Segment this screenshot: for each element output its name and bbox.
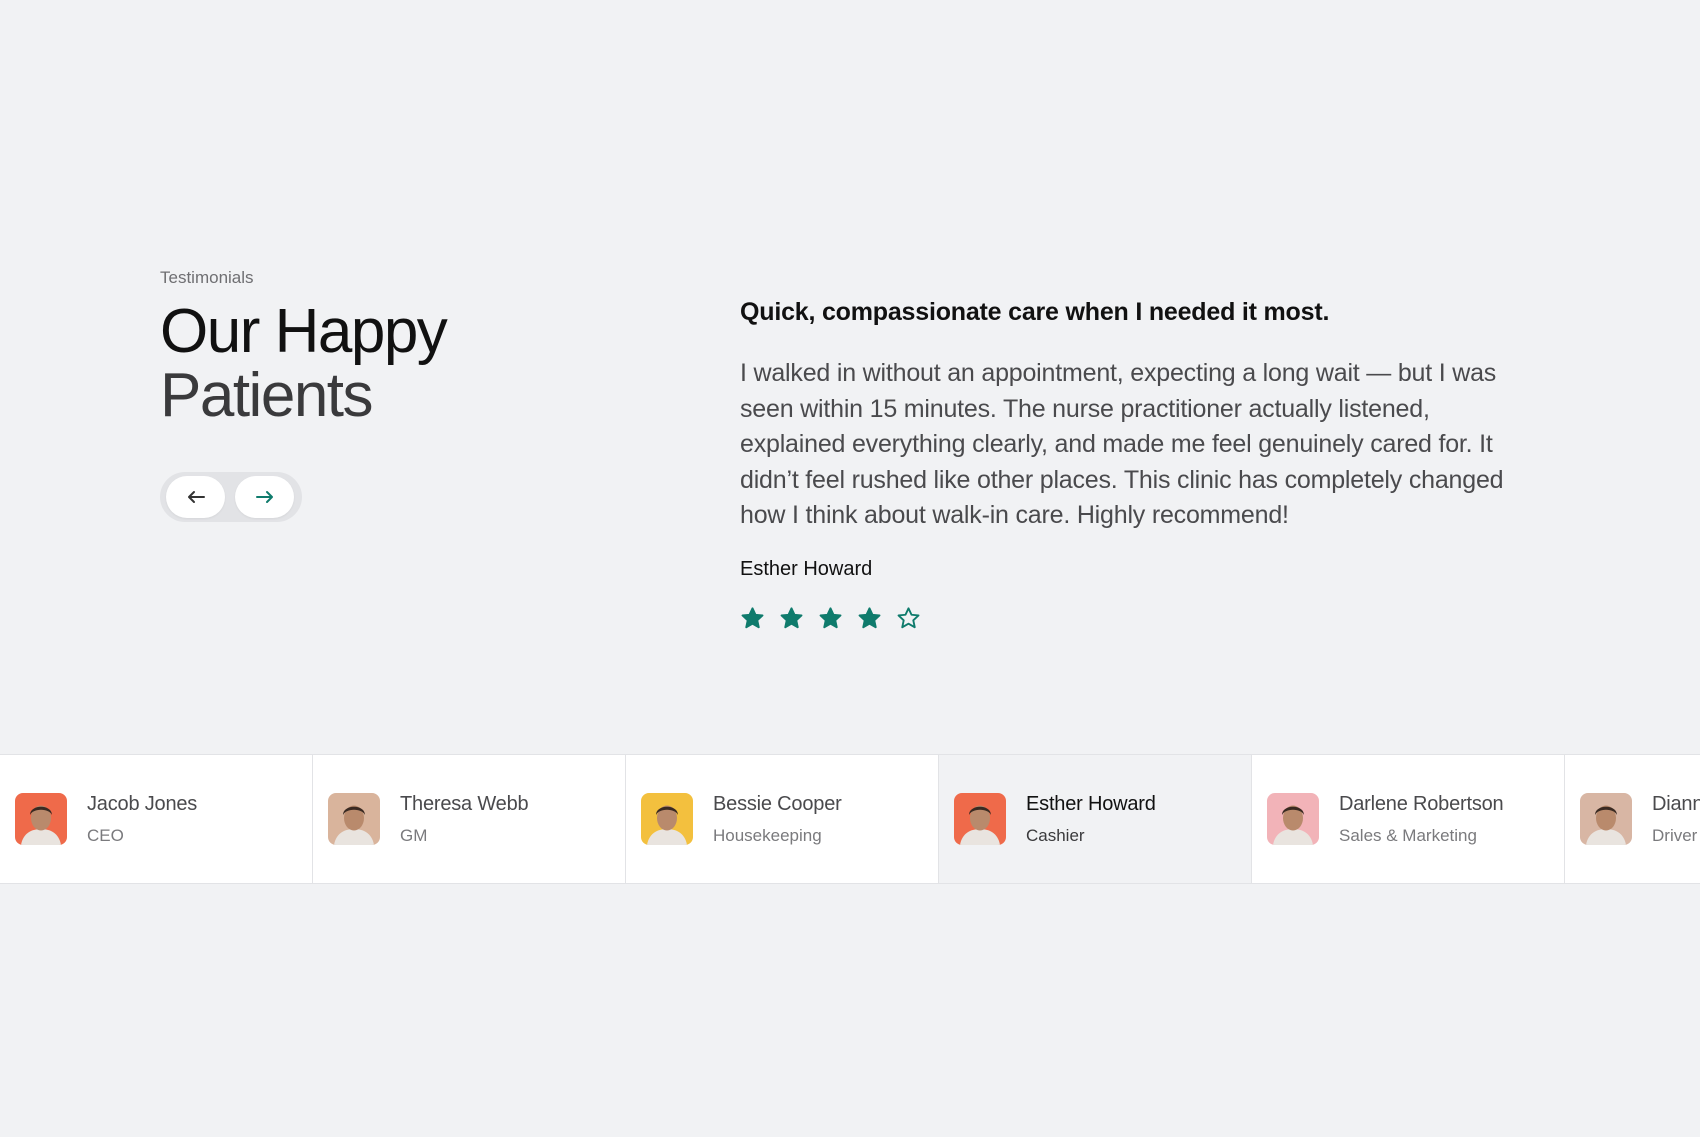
prev-button[interactable] <box>166 476 225 518</box>
team-card[interactable]: Esther Howard Cashier <box>939 755 1252 883</box>
avatar <box>328 793 380 845</box>
avatar <box>1267 793 1319 845</box>
team-card-text: Bessie Cooper Housekeeping <box>713 793 842 846</box>
avatar <box>15 793 67 845</box>
team-member-role: CEO <box>87 825 124 845</box>
team-member-role: Sales & Marketing <box>1339 825 1477 845</box>
team-card-text: Esther Howard Cashier <box>1026 793 1156 846</box>
team-member-name: Darlene Robertson <box>1339 792 1504 815</box>
team-member-role: Cashier <box>1026 825 1085 845</box>
page-title-line1: Our Happy <box>160 297 448 366</box>
star-filled-icon <box>741 607 764 629</box>
avatar <box>641 793 693 845</box>
team-member-role: Driver <box>1652 825 1698 845</box>
next-button[interactable] <box>235 476 294 518</box>
star-outline-icon <box>897 607 920 629</box>
team-card[interactable]: Darlene Robertson Sales & Marketing <box>1252 755 1565 883</box>
team-member-role: Housekeeping <box>713 825 822 845</box>
team-card[interactable]: Bessie Cooper Housekeeping <box>626 755 939 883</box>
star-rating <box>740 606 921 631</box>
section-label: Testimonials <box>160 268 254 287</box>
team-card[interactable]: Theresa Webb GM <box>313 755 626 883</box>
team-card-text: Dianne Russell Driver <box>1652 793 1700 846</box>
avatar <box>1580 793 1632 845</box>
team-member-name: Dianne Russell <box>1652 792 1700 815</box>
page-title: Our Happy Patients <box>160 297 448 430</box>
arrow-left-icon <box>187 491 205 503</box>
team-card[interactable]: Dianne Russell Driver <box>1565 755 1700 883</box>
team-card[interactable]: Jacob Jones CEO <box>0 755 313 883</box>
team-card-text: Theresa Webb GM <box>400 792 529 846</box>
team-member-name: Theresa Webb <box>400 792 529 815</box>
star-filled-icon <box>858 607 881 629</box>
avatar <box>954 793 1006 845</box>
team-carousel: Jacob Jones CEO Theresa Webb GM Bessie Coope… <box>0 754 1700 884</box>
arrow-right-icon <box>255 491 273 503</box>
star-filled-icon <box>819 607 842 629</box>
carousel-nav <box>160 472 302 522</box>
team-member-name: Bessie Cooper <box>713 792 842 815</box>
team-card-text: Jacob Jones CEO <box>87 793 197 846</box>
page-title-line2: Patients <box>160 361 374 430</box>
team-card-text: Darlene Robertson Sales & Marketing <box>1339 792 1504 846</box>
testimonial-headline: Quick, compassionate care when I needed … <box>740 298 1330 326</box>
testimonial-body: I walked in without an appointment, expe… <box>740 359 1504 529</box>
team-member-role: GM <box>400 825 428 845</box>
testimonial-author: Esther Howard <box>740 558 873 580</box>
star-filled-icon <box>780 607 803 629</box>
team-member-name: Esther Howard <box>1026 792 1156 815</box>
team-member-name: Jacob Jones <box>87 792 198 815</box>
